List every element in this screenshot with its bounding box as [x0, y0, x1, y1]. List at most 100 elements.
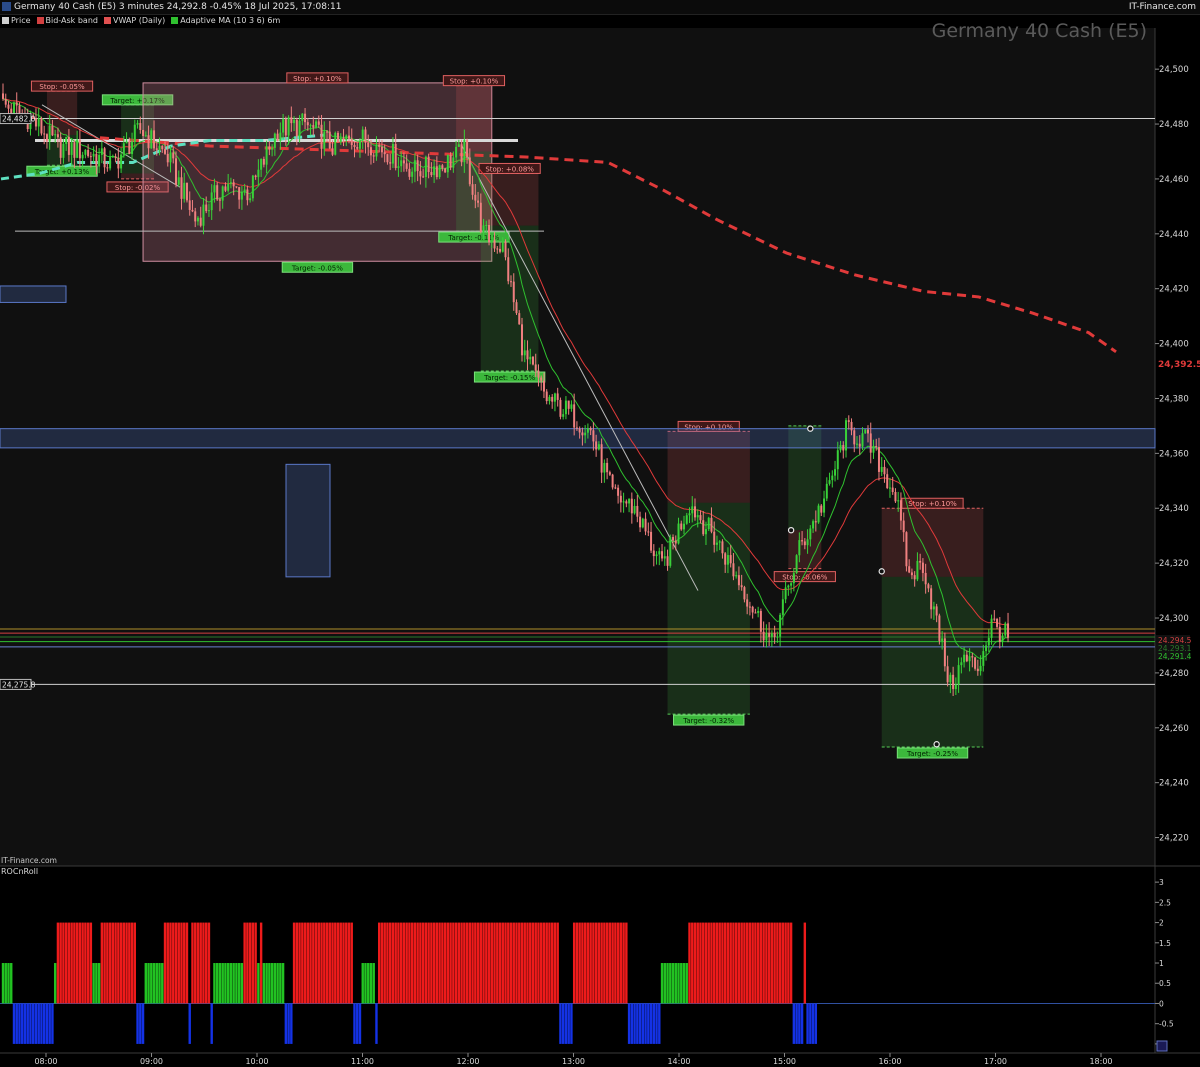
candle-body [674, 540, 677, 544]
roc-bar [56, 922, 60, 1004]
candle-body [924, 572, 927, 585]
candle-body [457, 144, 460, 147]
candle-body [213, 185, 216, 193]
roc-bar [457, 922, 461, 1004]
candle-body [625, 501, 628, 504]
y-tick-label: 24,340 [1159, 504, 1189, 514]
candle-body [847, 420, 850, 422]
candle-body [391, 143, 394, 164]
candle-body [762, 631, 765, 641]
candle-body [455, 146, 458, 158]
candle-body [158, 145, 161, 150]
candle-body [913, 575, 916, 580]
candle-body [111, 156, 114, 158]
candle-body [985, 645, 988, 652]
roc-bar [237, 963, 241, 1004]
candle-body [493, 240, 496, 249]
roc-bar [81, 922, 84, 1004]
y-tick-label: 24,220 [1159, 834, 1189, 844]
x-tick-label: 09:00 [140, 1057, 163, 1066]
candle-body [512, 281, 515, 303]
roc-bar [570, 1003, 573, 1044]
brand-label[interactable]: IT-Finance.com [1129, 0, 1196, 14]
roc-bar [279, 963, 282, 1004]
target-zone-box [881, 576, 984, 747]
candle-body [361, 129, 364, 141]
candle-body [611, 474, 614, 488]
x-tick-label: 15:00 [773, 1057, 796, 1066]
candle-body [518, 313, 521, 325]
roc-bar [630, 1003, 634, 1044]
candle-body [342, 137, 345, 141]
candle-body [70, 142, 73, 155]
candle-body [974, 657, 977, 669]
y-tick-label: 24,440 [1159, 230, 1189, 240]
candle-body [633, 505, 636, 514]
candle-body [81, 154, 84, 159]
candle-body [155, 148, 158, 150]
candle-body [652, 550, 655, 557]
candle-body [768, 632, 771, 637]
roc-bar [691, 922, 694, 1004]
candle-body [339, 137, 342, 143]
candle-body [279, 132, 282, 141]
swing-point-marker[interactable] [787, 527, 795, 534]
roc-bar [707, 922, 710, 1004]
roc-bar [144, 963, 147, 1004]
candle-body [982, 651, 985, 666]
candle-body [993, 618, 996, 620]
roc-bar [726, 922, 730, 1004]
candle-body [224, 186, 227, 191]
legend-item[interactable]: Price [2, 15, 31, 27]
swing-point-marker[interactable] [807, 425, 814, 432]
candle-body [358, 140, 361, 149]
stop-label: Stop: +0.08% [485, 165, 534, 173]
x-tick-label: 11:00 [351, 1057, 374, 1066]
candle-body [153, 130, 156, 149]
roc-bar [745, 922, 749, 1004]
candle-body [293, 119, 296, 124]
candle-body [952, 674, 955, 690]
candle-body [416, 160, 419, 172]
legend-item[interactable]: Bid-Ask band [36, 15, 98, 27]
sub-y-tick-label: 0 [1159, 999, 1164, 1008]
candle-body [205, 204, 208, 212]
candle-body [452, 157, 455, 168]
candle-body [938, 615, 941, 641]
candle-body [770, 633, 773, 637]
roc-bar [177, 922, 180, 1004]
candle-body [438, 165, 441, 178]
candle-body [221, 186, 224, 201]
roc-bar [207, 922, 211, 1004]
candle-body [216, 185, 219, 200]
scale-toggle-button[interactable] [1156, 1040, 1168, 1052]
candle-body [883, 466, 886, 475]
roc-bar [493, 922, 496, 1004]
swing-point-marker[interactable] [933, 741, 940, 748]
roc-bar [507, 922, 510, 1004]
roc-bar [23, 1003, 27, 1044]
candle-body [946, 666, 949, 683]
candle-body [608, 472, 611, 475]
roc-bar [413, 922, 417, 1004]
roc-bar [262, 963, 266, 1004]
roc-bar [551, 922, 554, 1004]
chart-canvas[interactable]: Germany 40 Cash (E5)24,22024,24024,26024… [0, 0, 1200, 1067]
candle-body [169, 152, 172, 163]
indicator-legend: Price Bid-Ask band VWAP (Daily) Adaptive MA… [0, 15, 1200, 27]
roc-bar [468, 922, 472, 1004]
roc-bar [130, 922, 134, 1004]
roc-bar [767, 922, 771, 1004]
candle-body [531, 356, 534, 365]
candle-body [284, 119, 287, 136]
swing-point-marker[interactable] [878, 568, 885, 575]
candle-body [400, 160, 403, 167]
candle-body [556, 393, 559, 400]
candle-body [441, 165, 444, 169]
candle-body [309, 125, 312, 127]
legend-item[interactable]: Adaptive MA (10 3 6) 6m [171, 15, 280, 27]
legend-item[interactable]: VWAP (Daily) [103, 15, 165, 27]
roc-bar [611, 922, 614, 1004]
roc-bar [174, 922, 178, 1004]
roc-bar [718, 922, 721, 1004]
